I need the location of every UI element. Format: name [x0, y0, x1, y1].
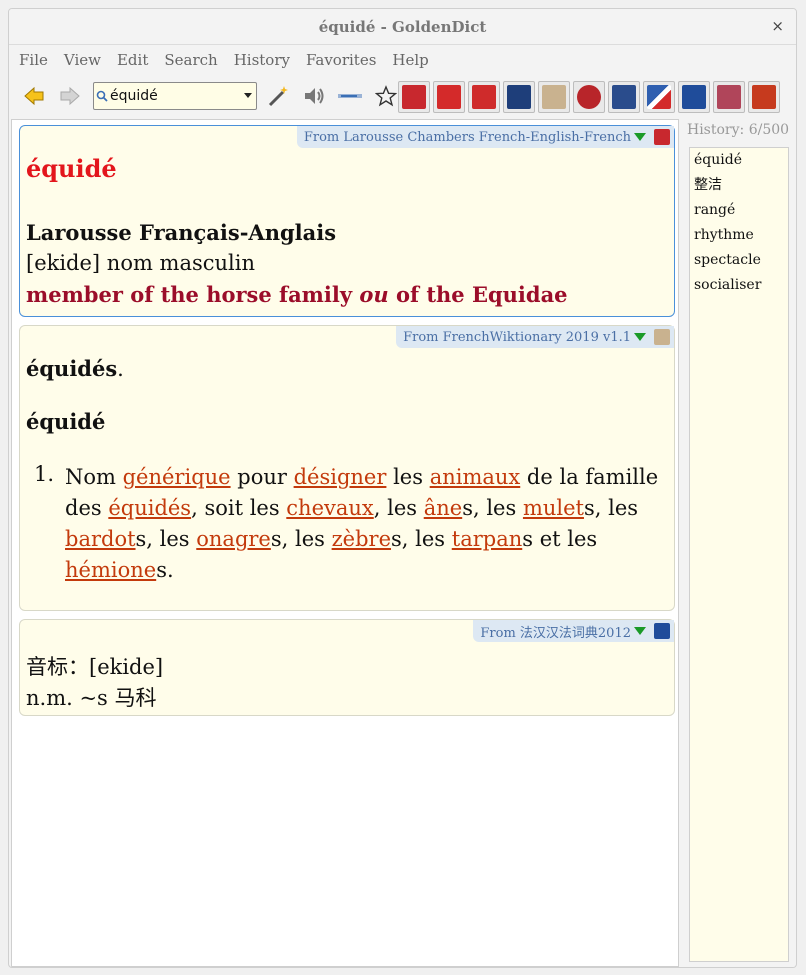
dictionary-icon — [654, 623, 670, 639]
window-title: équidé - GoldenDict — [318, 17, 487, 36]
scan-popup-icon[interactable] — [337, 83, 363, 109]
definition-text-segment: s, les — [270, 527, 332, 551]
article-larousse: From Larousse Chambers French-English-Fr… — [19, 125, 675, 317]
dictionary-icon-1[interactable] — [398, 81, 430, 113]
definition-link[interactable]: tarpan — [452, 527, 523, 551]
definition-link[interactable]: hémione — [65, 558, 156, 582]
history-item[interactable]: équidé — [690, 148, 788, 173]
dictionary-icon-7[interactable] — [608, 81, 640, 113]
article-source-label: From 法汉汉法词典2012 — [480, 625, 631, 641]
toolbar — [9, 75, 796, 117]
dictionary-icon — [654, 329, 670, 345]
definition-link[interactable]: bardot — [65, 527, 136, 551]
history-item[interactable]: 整洁 — [690, 173, 788, 198]
menu-history[interactable]: History — [234, 51, 290, 69]
history-label: History: 6/500 — [687, 122, 790, 138]
dictionary-icon-10[interactable] — [713, 81, 745, 113]
definition-text-segment: les — [386, 465, 430, 489]
dictionary-icon — [654, 129, 670, 145]
history-pane: History: 6/500 équidé 整洁 rangé rhythme s… — [683, 119, 795, 967]
definition-link[interactable]: onagre — [196, 527, 271, 551]
title-bar: équidé - GoldenDict × — [9, 9, 796, 45]
definition-text: Nom générique pour désigner les animaux … — [65, 462, 665, 586]
menu-view[interactable]: View — [64, 51, 101, 69]
menu-search[interactable]: Search — [164, 51, 217, 69]
menu-bar: File View Edit Search History Favorites … — [9, 45, 796, 75]
definition-text-segment: pour — [230, 465, 294, 489]
plural-form: équidés. — [26, 356, 124, 381]
definition-text-segment: s, les — [462, 496, 523, 520]
history-item[interactable]: spectacle — [690, 248, 788, 273]
definition-text-segment: , les — [373, 496, 424, 520]
definition-number: 1. — [34, 462, 55, 486]
dictionary-icon-5[interactable] — [538, 81, 570, 113]
definition-text-segment: , soit les — [191, 496, 287, 520]
search-icon — [96, 90, 108, 102]
headword: équidé — [26, 154, 117, 183]
article-source-tag[interactable]: From Larousse Chambers French-English-Fr… — [296, 126, 674, 148]
definition-text-segment: s, les — [135, 527, 197, 551]
definition-text-segment: s. — [156, 558, 174, 582]
definition-text-segment: Nom — [65, 465, 123, 489]
dictionary-icon-4[interactable] — [503, 81, 535, 113]
definition-link[interactable]: âne — [424, 496, 462, 520]
dictionary-icon-2[interactable] — [433, 81, 465, 113]
pronunciation: [ekide] nom masculin — [26, 251, 256, 275]
translation-line: n.m. ~s 马科 — [26, 686, 157, 710]
speaker-icon[interactable] — [301, 83, 327, 109]
search-combo[interactable] — [93, 82, 257, 110]
collapse-triangle-icon[interactable] — [634, 133, 646, 141]
definition-link[interactable]: mulet — [523, 496, 584, 520]
history-item[interactable]: rhythme — [690, 223, 788, 248]
close-icon[interactable]: × — [771, 17, 784, 35]
forward-arrow-icon[interactable] — [57, 83, 83, 109]
article-source-tag[interactable]: From FrenchWiktionary 2019 v1.1 — [396, 326, 674, 348]
history-list: équidé 整洁 rangé rhythme spectacle social… — [689, 147, 789, 962]
dictionary-bar — [398, 81, 783, 113]
article-source-label: From Larousse Chambers French-English-Fr… — [303, 129, 631, 145]
collapse-triangle-icon[interactable] — [634, 627, 646, 635]
menu-file[interactable]: File — [19, 51, 48, 69]
menu-favorites[interactable]: Favorites — [306, 51, 376, 69]
back-arrow-icon[interactable] — [21, 83, 47, 109]
article-wiktionary: From FrenchWiktionary 2019 v1.1 équidés.… — [19, 325, 675, 611]
article-view: From Larousse Chambers French-English-Fr… — [11, 119, 679, 967]
definition-link[interactable]: zèbre — [332, 527, 391, 551]
dictionary-icon-11[interactable] — [748, 81, 780, 113]
dictionary-icon-9[interactable] — [678, 81, 710, 113]
menu-edit[interactable]: Edit — [117, 51, 148, 69]
definition-link[interactable]: désigner — [294, 465, 387, 489]
dictionary-icon-3[interactable] — [468, 81, 500, 113]
history-item[interactable]: socialiser — [690, 273, 788, 298]
article-source-label: From FrenchWiktionary 2019 v1.1 — [403, 329, 631, 345]
definition-link[interactable]: animaux — [430, 465, 521, 489]
dictionary-icon-6[interactable] — [573, 81, 605, 113]
star-icon[interactable] — [373, 83, 399, 109]
search-input[interactable] — [110, 88, 240, 104]
magic-wand-icon[interactable] — [265, 83, 291, 109]
article-fahan: From 法汉汉法词典2012 音标：[ekide] n.m. ~s 马科 — [19, 619, 675, 716]
definition-text-segment: s, les — [583, 496, 639, 520]
definition-link[interactable]: équidés — [108, 496, 191, 520]
definition-link[interactable]: générique — [123, 465, 231, 489]
definition-text-segment: s et les — [522, 527, 598, 551]
collapse-triangle-icon[interactable] — [634, 333, 646, 341]
article-source-tag[interactable]: From 法汉汉法词典2012 — [473, 620, 674, 642]
definition-text-segment: s, les — [391, 527, 452, 551]
dictionary-icon-8[interactable] — [643, 81, 675, 113]
chevron-down-icon[interactable] — [244, 93, 252, 98]
dictionary-title: Larousse Français-Anglais — [26, 220, 337, 245]
definition-link[interactable]: chevaux — [286, 496, 373, 520]
headword: équidé — [26, 409, 106, 434]
phonetic-line: 音标：[ekide] — [26, 655, 164, 679]
definition: member of the horse family ou of the Equ… — [26, 282, 568, 307]
goldendict-window: équidé - GoldenDict × File View Edit Sea… — [8, 8, 797, 968]
menu-help[interactable]: Help — [392, 51, 428, 69]
history-item[interactable]: rangé — [690, 198, 788, 223]
